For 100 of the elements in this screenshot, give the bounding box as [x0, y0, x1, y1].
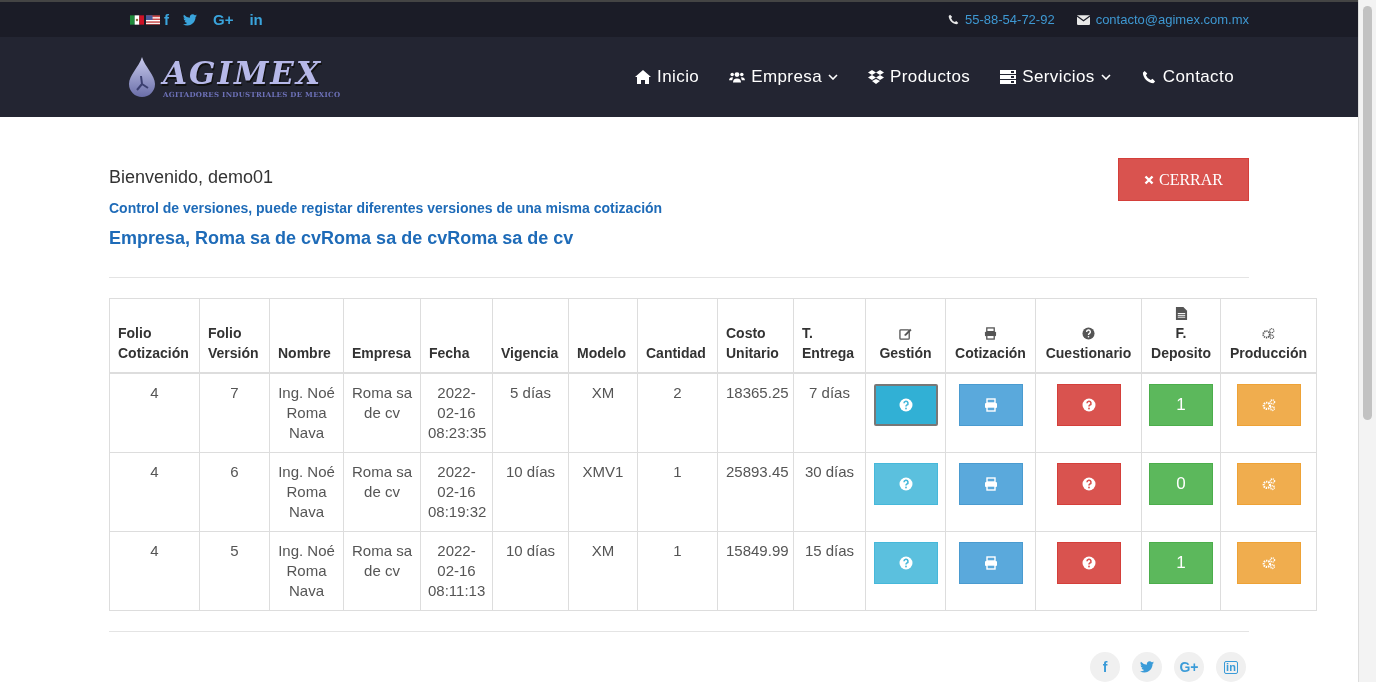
users-icon [729, 70, 746, 85]
nav-link[interactable]: Contacto [1140, 67, 1234, 88]
management-button[interactable] [873, 542, 938, 584]
questionnaire-button[interactable] [1056, 542, 1121, 584]
questionnaire-button[interactable] [1056, 463, 1121, 505]
phone-icon [948, 14, 959, 26]
question-icon [898, 398, 913, 412]
table-cell: Ing. Noé Roma Nava [278, 463, 335, 520]
table-cell: 7 días [809, 384, 850, 401]
table-cell: Ing. Noé Roma Nava [278, 384, 335, 441]
envelope-icon [1076, 14, 1090, 25]
table-cell: Roma sa de cv [352, 542, 412, 579]
table-cell: 6 [230, 463, 239, 480]
column-header: Vigencia [501, 345, 559, 361]
twitter-icon[interactable] [183, 13, 197, 26]
gears-icon [1261, 398, 1276, 412]
print-button[interactable] [958, 463, 1023, 505]
mexico-flag-icon[interactable] [130, 14, 144, 25]
production-button[interactable] [1236, 463, 1301, 505]
question-icon [1081, 477, 1096, 491]
table-cell: 4 [150, 542, 159, 559]
table-cell: 5 días [510, 384, 551, 401]
table-cell: 10 días [505, 542, 556, 559]
table-cell: 10 días [505, 463, 556, 480]
table-cell: 4 [150, 463, 159, 480]
table-cell: 18365.25 [726, 384, 789, 401]
table-cell: 1 [673, 542, 682, 559]
printer-icon [983, 556, 998, 570]
table-cell: 2 [673, 384, 682, 401]
printer-icon [984, 327, 997, 340]
table-cell: 5 [230, 542, 239, 559]
table-cell: 2022-02-16 08:19:32 [428, 463, 487, 520]
questionnaire-button[interactable] [1056, 384, 1121, 426]
gears-icon [1262, 327, 1275, 340]
print-button[interactable] [958, 542, 1023, 584]
email-link[interactable]: contacto@agimex.com.mx [1095, 12, 1249, 28]
social-link[interactable]: in [249, 11, 263, 29]
nav-link[interactable]: Productos [868, 67, 971, 88]
column-header: Folio Cotización [118, 325, 189, 361]
question-icon [1081, 398, 1096, 412]
gears-icon [1261, 556, 1276, 570]
column-header: Cuestionario [1045, 345, 1132, 361]
column-header: Fecha [429, 345, 470, 361]
chevron-down-icon [828, 74, 838, 81]
table-cell: 7 [230, 384, 239, 401]
table-cell: 2022-02-16 08:11:13 [428, 542, 486, 599]
column-header: T. Entrega [802, 325, 855, 361]
scrollbar-thumb[interactable] [1363, 6, 1372, 420]
table-cell: 2022-02-16 08:23:35 [428, 384, 487, 441]
close-button[interactable]: CERRAR [1118, 158, 1249, 201]
server-icon [1000, 70, 1017, 85]
social-link[interactable]: G+ [213, 11, 234, 29]
nav-link[interactable]: Servicios [1000, 67, 1111, 88]
table-cell: XM [591, 384, 615, 401]
drop-icon [127, 57, 157, 98]
usa-flag-icon[interactable] [146, 14, 160, 25]
column-header: Empresa [352, 345, 412, 361]
table-cell: 15 días [804, 542, 855, 559]
home-icon [635, 70, 652, 85]
table-cell: Roma sa de cv [352, 463, 412, 500]
printer-icon [983, 477, 998, 491]
column-header: Nombre [278, 345, 331, 361]
document-icon [1174, 307, 1188, 320]
subtitle-text: Control de versiones, puede registar diferentes versiones de una misma cotización [109, 200, 663, 216]
question-icon [898, 556, 913, 570]
social-link[interactable]: f [164, 11, 169, 29]
production-button[interactable] [1236, 542, 1301, 584]
phone-link[interactable]: 55-88-54-72-92 [965, 12, 1055, 28]
boxes-icon [868, 70, 884, 85]
printer-icon [983, 398, 998, 412]
table-cell: 15849.99 [726, 542, 789, 559]
gears-icon [1261, 477, 1276, 491]
table-cell: Ing. Noé Roma Nava [278, 542, 335, 599]
edit-icon [899, 327, 912, 340]
close-icon [1144, 174, 1154, 185]
management-button[interactable] [873, 384, 938, 426]
table-cell: XMV1 [582, 463, 624, 480]
column-header: Cantidad [646, 345, 706, 361]
column-header: Modelo [577, 345, 626, 361]
table-cell: 1 [673, 463, 682, 480]
table-cell: Roma sa de cv [352, 384, 412, 421]
question-icon [898, 477, 913, 491]
twitter-icon[interactable] [1132, 652, 1162, 682]
print-button[interactable] [958, 384, 1023, 426]
column-header: Gestión [879, 345, 932, 361]
column-header: F. Deposito [1151, 325, 1211, 361]
welcome-text: Bienvenido, demo01 [109, 167, 275, 188]
table-cell: XM [591, 542, 615, 559]
management-button[interactable] [873, 463, 938, 505]
column-header: Producción [1230, 345, 1307, 361]
column-header: Folio Versión [208, 325, 259, 361]
table-cell: 4 [150, 384, 159, 401]
question-icon [1082, 327, 1095, 340]
table-cell: 30 días [804, 463, 855, 480]
nav-link[interactable]: Inicio [635, 67, 700, 88]
column-header: Costo Unitario [726, 325, 779, 361]
production-button[interactable] [1236, 384, 1301, 426]
nav-link[interactable]: Empresa [729, 67, 838, 88]
chevron-down-icon [1100, 74, 1111, 81]
phone-icon [1140, 70, 1157, 85]
